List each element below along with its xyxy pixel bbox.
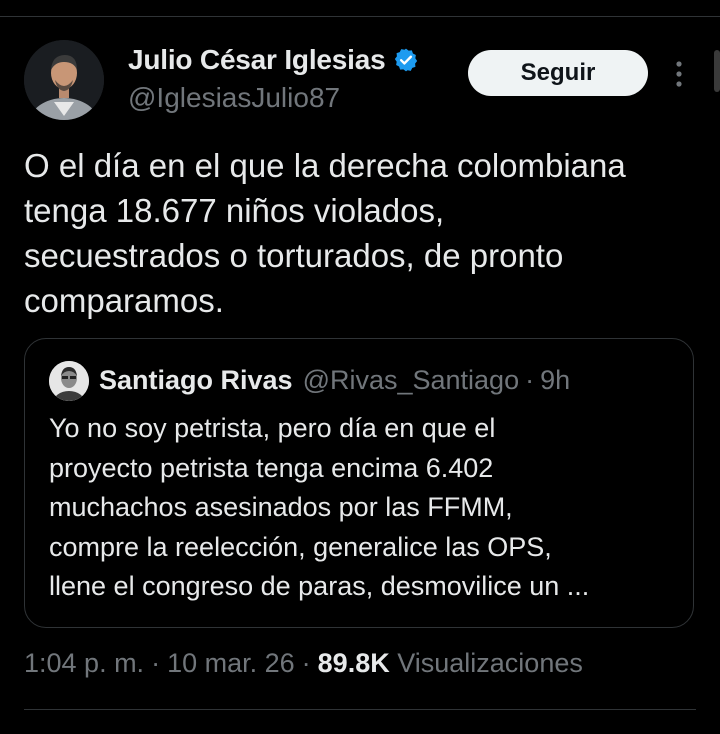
tweet-text: O el día en el que la derecha colombiana…: [24, 147, 626, 319]
quoted-author-avatar: [49, 361, 89, 401]
quoted-separator: ·: [525, 365, 535, 395]
views-label[interactable]: Visualizaciones: [397, 648, 583, 678]
quoted-tweet-card[interactable]: Santiago Rivas @Rivas_Santiago · 9h Yo n…: [24, 338, 694, 628]
tweet-meta: 1:04 p. m. · 10 mar. 26 · 89.8K Visualizacio…: [24, 648, 583, 679]
author-avatar-image: [24, 40, 104, 120]
quoted-tweet-text: Yo no soy petrista, pero día en que el p…: [49, 413, 590, 601]
tweet-date[interactable]: 10 mar. 26: [167, 648, 295, 678]
verified-badge-icon: [393, 47, 419, 73]
meta-separator: ·: [151, 648, 161, 678]
scrollbar[interactable]: [714, 50, 720, 92]
author-handle[interactable]: @IglesiasJulio87: [128, 82, 340, 114]
follow-button[interactable]: Seguir: [468, 50, 648, 96]
top-divider: [0, 16, 720, 17]
bottom-divider: [24, 709, 696, 710]
more-options-button[interactable]: [664, 54, 694, 94]
more-vertical-icon: [676, 61, 682, 87]
quoted-header: Santiago Rivas @Rivas_Santiago · 9h: [99, 365, 570, 396]
views-count[interactable]: 89.8K: [318, 648, 390, 678]
tweet-time[interactable]: 1:04 p. m.: [24, 648, 144, 678]
author-avatar[interactable]: [24, 40, 104, 120]
quoted-avatar-image: [49, 361, 89, 401]
quoted-handle: @Rivas_Santiago: [302, 365, 520, 395]
quoted-display-name: Santiago Rivas: [99, 365, 293, 395]
author-display-name[interactable]: Julio César Iglesias: [128, 44, 386, 76]
quoted-timestamp: 9h: [540, 365, 571, 395]
author-name-row: Julio César Iglesias: [128, 44, 419, 76]
meta-separator: ·: [301, 648, 311, 678]
